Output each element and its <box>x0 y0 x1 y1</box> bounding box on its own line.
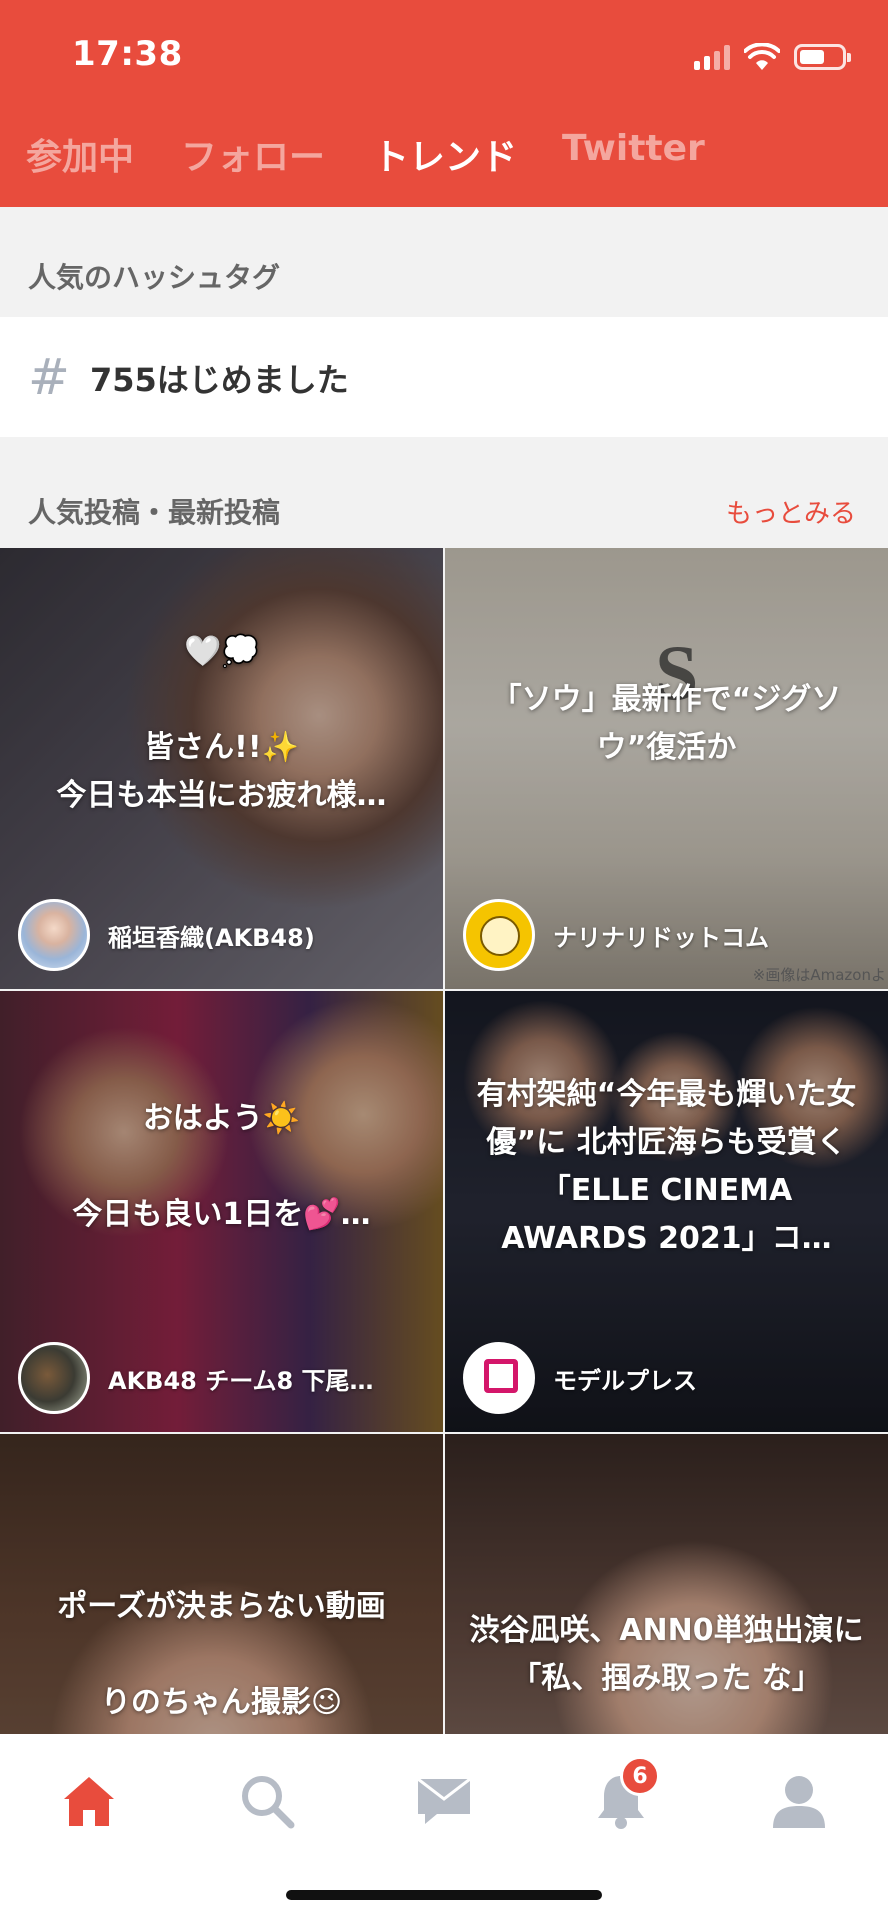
home-icon <box>64 1777 114 1826</box>
nav-messages[interactable] <box>399 1756 489 1846</box>
post-card[interactable]: ポーズが決まらない動画 りのちゃん撮影😉 <box>0 1434 443 1734</box>
post-card[interactable]: 🤍💭 皆さん!!✨ 今日も本当にお疲れ様… 稲垣香織(AKB48) <box>0 548 443 989</box>
tab-trend[interactable]: トレンド <box>373 128 517 180</box>
battery-icon <box>794 44 851 70</box>
tab-twitter[interactable]: Twitter <box>562 128 705 169</box>
nav-profile[interactable] <box>754 1756 844 1846</box>
avatar <box>18 899 90 971</box>
image-source-note: ※画像はAmazonよ <box>752 966 886 984</box>
profile-icon <box>773 1776 825 1828</box>
nav-home[interactable] <box>44 1756 134 1846</box>
post-author: モデルプレス <box>463 1342 870 1414</box>
mail-icon <box>417 1777 471 1824</box>
post-card[interactable]: 渋谷凪咲、ANN0単独出演に「私、掴み取った な」 <box>445 1434 888 1734</box>
cellular-signal-icon <box>694 44 730 70</box>
status-icons <box>694 40 851 74</box>
hashtag-icon: # <box>28 348 70 406</box>
search-icon <box>242 1776 295 1829</box>
post-card[interactable]: おはよう☀️ 今日も良い1日を💕… AKB48 チーム8 下尾… <box>0 991 443 1432</box>
post-card[interactable]: 有村架純“今年最も輝いた女優”に 北村匠海らも受賞く「ELLE CINEMA A… <box>445 991 888 1432</box>
post-caption: 有村架純“今年最も輝いた女優”に 北村匠海らも受賞く「ELLE CINEMA A… <box>476 1076 857 1256</box>
tab-following[interactable]: フォロー <box>181 128 325 180</box>
hashtag-section-title: 人気のハッシュタグ <box>28 261 281 294</box>
nav-notifications[interactable]: 6 <box>576 1756 666 1846</box>
posts-grid: 🤍💭 皆さん!!✨ 今日も本当にお疲れ様… 稲垣香織(AKB48) S 「ソウ」… <box>0 548 888 1734</box>
hashtag-row[interactable]: # 755はじめました <box>0 317 888 437</box>
post-caption: おはよう☀️ 今日も良い1日を💕… <box>72 1100 371 1232</box>
hashtag-label: 755はじめました <box>90 361 349 399</box>
post-caption: 「ソウ」最新作で“ジグソウ”復活か <box>491 681 842 765</box>
avatar <box>18 1342 90 1414</box>
home-indicator <box>286 1890 602 1900</box>
post-caption: ポーズが決まらない動画 りのちゃん撮影😉 <box>57 1588 386 1720</box>
top-tabs: 参加中 フォロー トレンド Twitter <box>0 128 888 188</box>
app-header: 17:38 参加中 フォロー トレンド Twitter <box>0 0 888 207</box>
author-name: AKB48 チーム8 下尾… <box>108 1366 374 1395</box>
post-card[interactable]: S 「ソウ」最新作で“ジグソウ”復活か ナリナリドットコム ※画像はAmazon… <box>445 548 888 989</box>
nav-search[interactable] <box>222 1756 312 1846</box>
notification-badge: 6 <box>620 1756 660 1796</box>
status-time: 17:38 <box>72 34 183 74</box>
post-caption: 渋谷凪咲、ANN0単独出演に「私、掴み取った な」 <box>469 1612 864 1696</box>
avatar <box>463 899 535 971</box>
more-link[interactable]: もっとみる <box>726 493 856 530</box>
author-name: 稲垣香織(AKB48) <box>108 923 315 952</box>
post-author: ナリナリドットコム <box>463 899 870 971</box>
status-bar: 17:38 <box>0 0 888 110</box>
post-author: AKB48 チーム8 下尾… <box>18 1342 425 1414</box>
avatar <box>463 1342 535 1414</box>
post-author: 稲垣香織(AKB48) <box>18 899 425 971</box>
author-name: ナリナリドットコム <box>553 923 769 952</box>
tab-participating[interactable]: 参加中 <box>26 128 134 180</box>
author-name: モデルプレス <box>553 1366 697 1395</box>
wifi-icon <box>744 43 780 70</box>
posts-section-title: 人気投稿・最新投稿 <box>28 496 281 529</box>
post-caption: 🤍💭 皆さん!!✨ 今日も本当にお疲れ様… <box>56 633 387 813</box>
